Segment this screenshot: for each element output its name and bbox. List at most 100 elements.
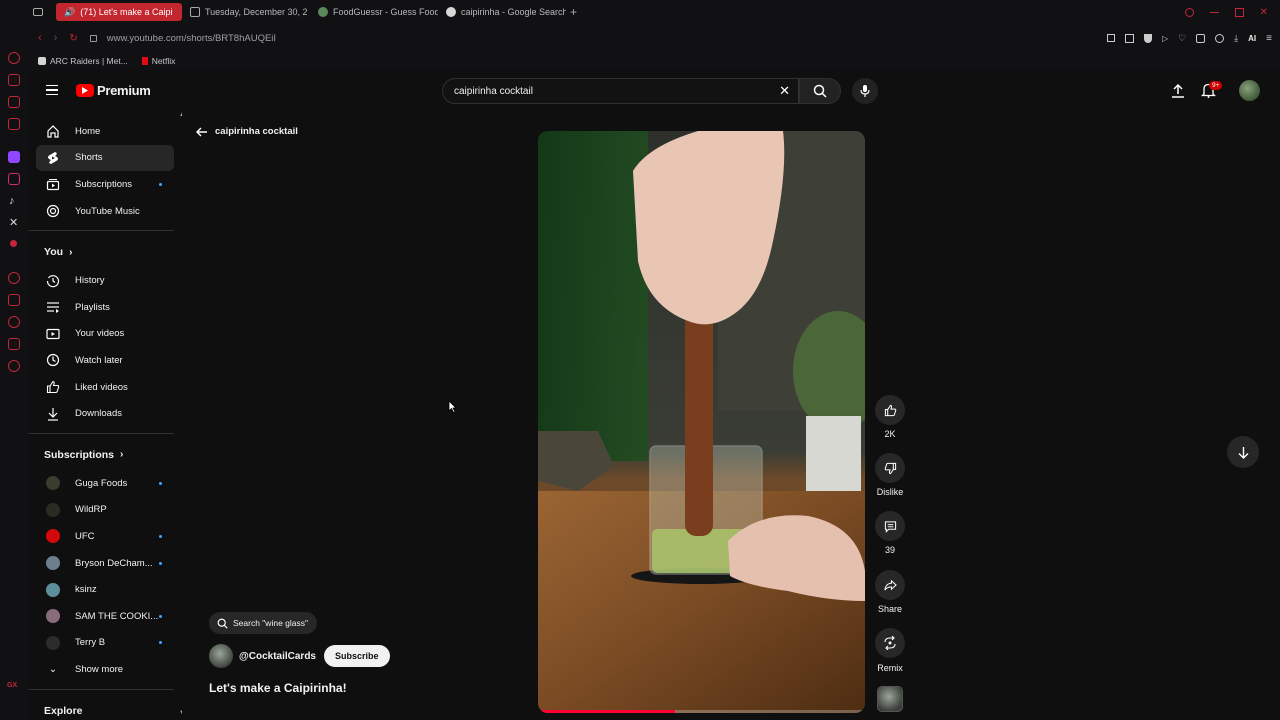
bookmark-netflix[interactable]: Netflix [141, 56, 176, 66]
sidebar-item-home[interactable]: Home [28, 118, 182, 145]
sidebar-tiktok-icon[interactable]: ♪ [9, 195, 15, 207]
upload-icon[interactable] [1171, 84, 1185, 98]
subscribe-button[interactable]: Subscribe [324, 645, 390, 667]
sidebar-item-downloads[interactable]: Downloads [28, 400, 182, 427]
calendar-favicon-icon [190, 7, 200, 17]
divider [28, 432, 174, 434]
sidebar-subscription-item[interactable]: Terry B [28, 630, 182, 657]
url-field[interactable]: www.youtube.com/shorts/BRT8hAUQEiI [107, 33, 276, 44]
audio-thumbnail[interactable] [877, 686, 903, 712]
voice-search-button[interactable] [852, 78, 878, 104]
sidebar-subscription-item[interactable]: UFC [28, 523, 182, 550]
menu-icon[interactable]: ≡ [1266, 33, 1272, 44]
search-input[interactable]: caipirinha cocktail [443, 86, 779, 97]
sidebar-subscription-item[interactable]: SAM THE COOKI... [28, 603, 182, 630]
shorts-video-player[interactable] [538, 131, 865, 713]
sidebar-item-subscriptions[interactable]: Subscriptions [28, 171, 182, 198]
sidebar-record-icon[interactable] [10, 240, 17, 247]
short-title[interactable]: Let's make a Caipirinha! [209, 681, 347, 695]
sidebar-crypto-icon[interactable] [8, 74, 20, 86]
notifications-button[interactable]: 9+ [1201, 81, 1223, 100]
sidebar-scroll-down-icon[interactable]: ▼ [179, 710, 182, 716]
sidebar-subscription-item[interactable]: WildRP [28, 497, 182, 524]
sidebar-section-subscriptions[interactable]: Subscriptions › [28, 440, 182, 470]
sidebar-subscription-item[interactable]: ksinz [28, 576, 182, 603]
next-short-button[interactable] [1227, 436, 1259, 468]
sidebar-mail-icon[interactable] [8, 118, 20, 130]
tab-youtube[interactable]: 🔊 (71) Let's make a Caipi [56, 3, 182, 21]
remix-button[interactable] [875, 628, 905, 658]
download-icon[interactable]: ⤓ [1234, 33, 1238, 44]
sidebar-item-watch-later[interactable]: Watch later [28, 347, 182, 374]
sidebar-subscription-item[interactable]: Bryson DeCham... [28, 550, 182, 577]
dislike-button[interactable] [875, 453, 905, 483]
tab-google[interactable]: caipirinha - Google Search [438, 3, 566, 21]
sidebar-section-you[interactable]: You › [28, 237, 182, 267]
comments-button[interactable] [875, 511, 905, 541]
sidebar-item-label: Watch later [75, 354, 123, 366]
foodguessr-favicon-icon [318, 7, 328, 17]
sidebar-subscription-item[interactable]: Guga Foods [28, 470, 182, 497]
logo-text: Premium [97, 83, 151, 98]
video-progress-track[interactable] [538, 710, 865, 713]
sidebar-item-shorts[interactable]: Shorts [36, 144, 174, 172]
sidebar-history-icon[interactable] [8, 316, 20, 328]
youtube-logo[interactable]: Premium [76, 83, 151, 98]
sidebar-item-youtube-music[interactable]: YouTube Music [28, 198, 182, 225]
sidebar-item-liked-videos[interactable]: Liked videos [28, 374, 182, 401]
workspace-icon[interactable] [33, 8, 43, 16]
youtube-play-icon [76, 84, 94, 97]
sidebar-messenger-icon[interactable] [8, 96, 20, 108]
channel-name[interactable]: @CocktailCards [239, 651, 316, 662]
search-button[interactable] [799, 78, 841, 104]
tab-bar: 🔊 (71) Let's make a Caipi Tuesday, Decem… [0, 0, 1280, 24]
search-suggestion-chip[interactable]: Search "wine glass" [209, 612, 318, 634]
play-icon[interactable]: ▷ [1162, 34, 1168, 43]
shorts-back-link[interactable]: caipirinha cocktail [196, 126, 298, 137]
search-tabs-icon[interactable] [1184, 7, 1194, 17]
sidebar-settings-icon[interactable] [8, 360, 20, 372]
guide-menu-icon[interactable] [46, 85, 58, 95]
snapshot-icon[interactable] [1106, 34, 1115, 42]
sidebar-pin-icon[interactable] [8, 294, 20, 306]
restore-icon[interactable] [1234, 7, 1244, 17]
clear-search-icon[interactable]: ✕ [779, 83, 798, 99]
extensions-icon[interactable] [1196, 33, 1206, 43]
speaker-icon[interactable]: 🔊 [64, 7, 75, 18]
screenshot-icon[interactable] [1124, 33, 1134, 43]
share-button[interactable] [875, 570, 905, 600]
like-button[interactable] [875, 395, 905, 425]
bookmark-label: Netflix [151, 56, 176, 66]
reload-icon[interactable]: ↻ [69, 33, 77, 44]
account-icon[interactable] [1215, 33, 1225, 43]
account-avatar[interactable] [1239, 80, 1260, 101]
sidebar-player-icon[interactable] [8, 272, 20, 284]
forward-icon[interactable]: › [54, 32, 58, 44]
new-tab-icon[interactable]: + [570, 5, 577, 19]
heart-icon[interactable]: ♡ [1178, 33, 1186, 44]
tab-foodguessr[interactable]: FoodGuessr - Guess Food [310, 3, 438, 21]
show-more-button[interactable]: ⌄ Show more [28, 656, 182, 683]
bookmark-arc[interactable]: ARC Raiders | Met... [38, 56, 128, 66]
sidebar-extensions-icon[interactable] [8, 338, 20, 350]
like-icon [884, 404, 896, 416]
sidebar-item-your-videos[interactable]: Your videos [28, 321, 182, 348]
sidebar-item-playlists[interactable]: Playlists [28, 294, 182, 321]
sidebar-aria-icon[interactable] [8, 52, 20, 64]
sidebar-x-icon[interactable]: ✕ [9, 216, 18, 229]
minimize-icon[interactable] [1209, 11, 1219, 13]
sidebar-gx-icon[interactable]: GX [7, 682, 17, 689]
sidebar-twitch-icon[interactable] [8, 151, 20, 163]
channel-avatar[interactable] [209, 644, 233, 668]
ai-button[interactable]: AI [1248, 34, 1256, 43]
shield-icon[interactable] [1143, 33, 1152, 43]
sidebar-instagram-icon[interactable] [8, 173, 20, 185]
tab-label: caipirinha - Google Search [461, 7, 566, 17]
sidebar-section-explore[interactable]: Explore [28, 696, 182, 720]
close-window-icon[interactable]: ✕ [1260, 7, 1268, 18]
arrow-left-icon [196, 127, 207, 136]
sidebar-item-label: Subscriptions [75, 178, 133, 190]
tab-calendar[interactable]: Tuesday, December 30, 2 [182, 3, 310, 21]
back-icon[interactable]: ‹ [38, 32, 42, 44]
sidebar-item-history[interactable]: History [28, 267, 182, 294]
